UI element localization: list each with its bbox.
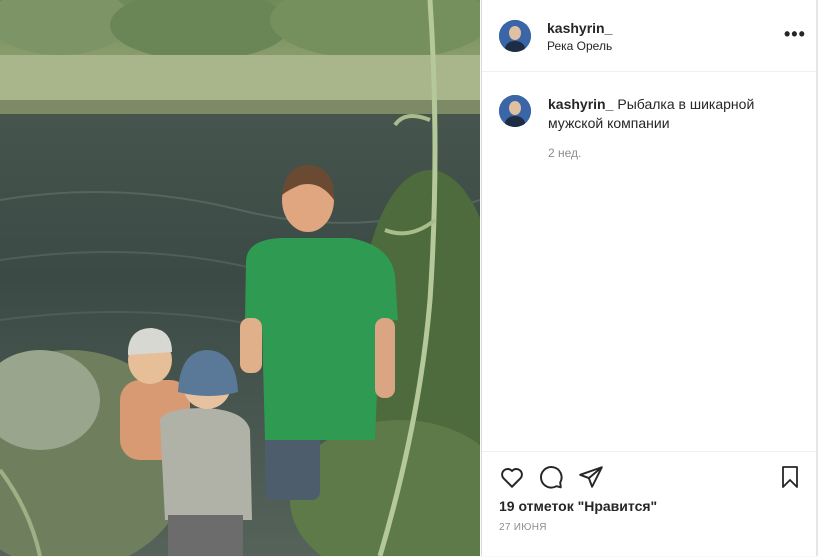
caption-timestamp[interactable]: 2 нед. xyxy=(548,146,581,160)
bookmark-icon[interactable] xyxy=(778,464,802,490)
heart-icon[interactable] xyxy=(499,464,525,490)
more-options-icon[interactable]: ••• xyxy=(784,24,806,45)
likes-count[interactable]: 19 отметок "Нравится" xyxy=(499,498,657,514)
comment-bubble-icon[interactable] xyxy=(538,464,564,490)
post-photo[interactable] xyxy=(0,0,480,556)
comment-avatar[interactable] xyxy=(499,95,531,127)
post-username[interactable]: kashyrin_ xyxy=(547,20,612,36)
post-date[interactable]: 27 июня xyxy=(499,522,547,533)
caption-username[interactable]: kashyrin_ xyxy=(548,96,613,112)
paper-plane-icon[interactable] xyxy=(578,464,604,490)
caption-comment: kashyrin_ Рыбалка в шикарной мужской комп… xyxy=(548,95,798,133)
post-details-panel: kashyrin_ Река Орель ••• kashyrin_ Рыбалк… xyxy=(481,0,817,556)
avatar[interactable] xyxy=(499,20,531,52)
post-location[interactable]: Река Орель xyxy=(547,39,612,53)
post-header: kashyrin_ Река Орель ••• xyxy=(482,0,817,72)
post-actions-footer: 19 отметок "Нравится" 27 июня xyxy=(482,451,817,557)
